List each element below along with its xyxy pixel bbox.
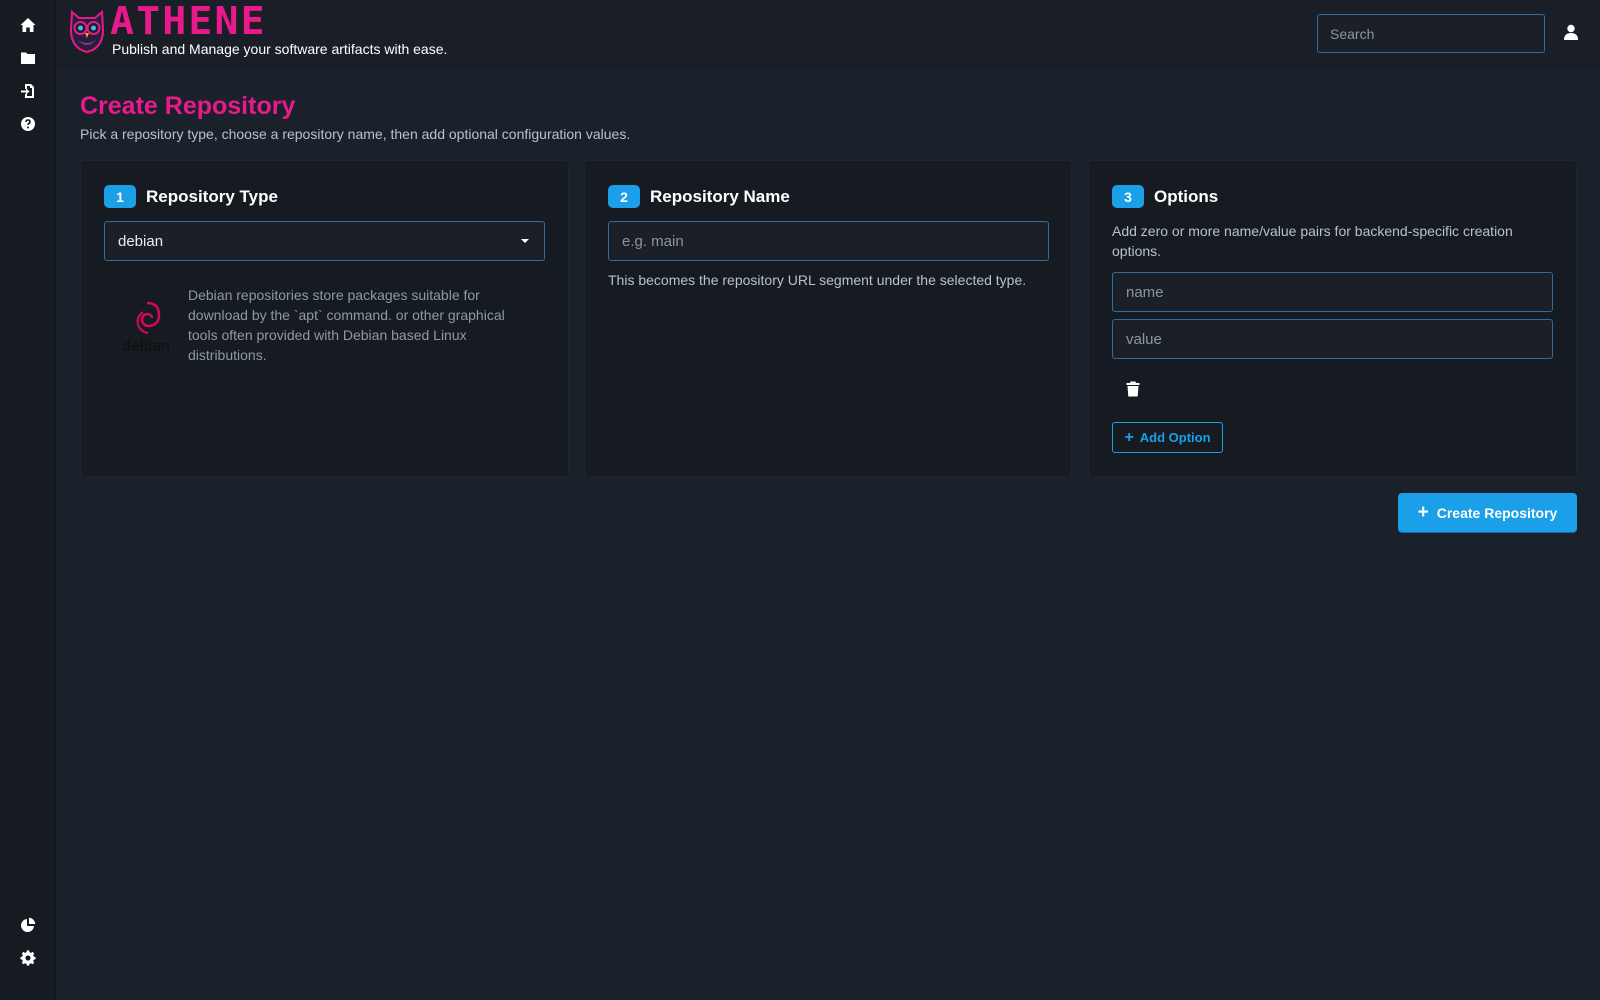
plus-icon: + xyxy=(1417,501,1429,523)
card-title: Repository Name xyxy=(650,186,790,206)
repository-name-input[interactable]: e.g. main xyxy=(608,221,1049,261)
pie-chart-icon[interactable] xyxy=(18,915,38,935)
name-help-text: This becomes the repository URL segment … xyxy=(608,272,1027,288)
home-icon[interactable] xyxy=(18,15,38,35)
gear-icon[interactable] xyxy=(18,948,38,968)
owl-logo-icon[interactable] xyxy=(68,8,106,54)
search-input[interactable] xyxy=(1317,14,1545,53)
debian-logo-icon: debian xyxy=(123,301,169,355)
header: Athene Publish and Manage your software … xyxy=(56,0,1600,68)
options-card: 3 Options Add zero or more name/value pa… xyxy=(1088,160,1577,477)
card-header: 1 Repository Type xyxy=(104,185,278,208)
help-icon[interactable] xyxy=(18,114,38,134)
debian-logo-label: debian xyxy=(123,339,169,355)
step-badge: 2 xyxy=(608,185,640,208)
repository-type-select[interactable]: debian xyxy=(104,221,545,261)
add-option-label: Add Option xyxy=(1139,430,1211,445)
create-repository-label: Create Repository xyxy=(1436,504,1558,521)
folder-icon[interactable] xyxy=(18,48,38,68)
options-description: Add zero or more name/value pairs for ba… xyxy=(1112,223,1513,259)
type-description: Debian repositories store packages suita… xyxy=(188,287,505,363)
card-header: 3 Options xyxy=(1112,185,1218,208)
step-badge: 3 xyxy=(1112,185,1144,208)
repository-name-card: 2 Repository Name e.g. main This becomes… xyxy=(584,160,1072,477)
caret-down-icon xyxy=(521,239,529,243)
create-repository-button[interactable]: + Create Repository xyxy=(1398,493,1577,532)
card-header: 2 Repository Name xyxy=(608,185,790,208)
plus-icon: + xyxy=(1124,428,1134,446)
card-title: Repository Type xyxy=(146,186,278,206)
trash-icon[interactable] xyxy=(1126,381,1142,399)
brand-name: Athene xyxy=(110,0,267,43)
card-title: Options xyxy=(1154,186,1219,206)
option-name-input[interactable]: name xyxy=(1112,272,1553,312)
tagline: Publish and Manage your software artifac… xyxy=(112,41,448,57)
option-value-input[interactable]: value xyxy=(1112,319,1553,359)
step-badge: 1 xyxy=(104,185,136,208)
page-title: Create Repository xyxy=(80,92,296,120)
file-import-icon[interactable] xyxy=(18,81,38,101)
add-option-button[interactable]: + Add Option xyxy=(1112,422,1223,453)
sidebar xyxy=(0,0,56,1000)
repository-type-card: 1 Repository Type debian debian Debian r… xyxy=(80,160,569,477)
page-subtitle: Pick a repository type, choose a reposit… xyxy=(80,126,631,142)
user-icon[interactable] xyxy=(1563,24,1579,42)
selected-value: debian xyxy=(118,232,164,250)
